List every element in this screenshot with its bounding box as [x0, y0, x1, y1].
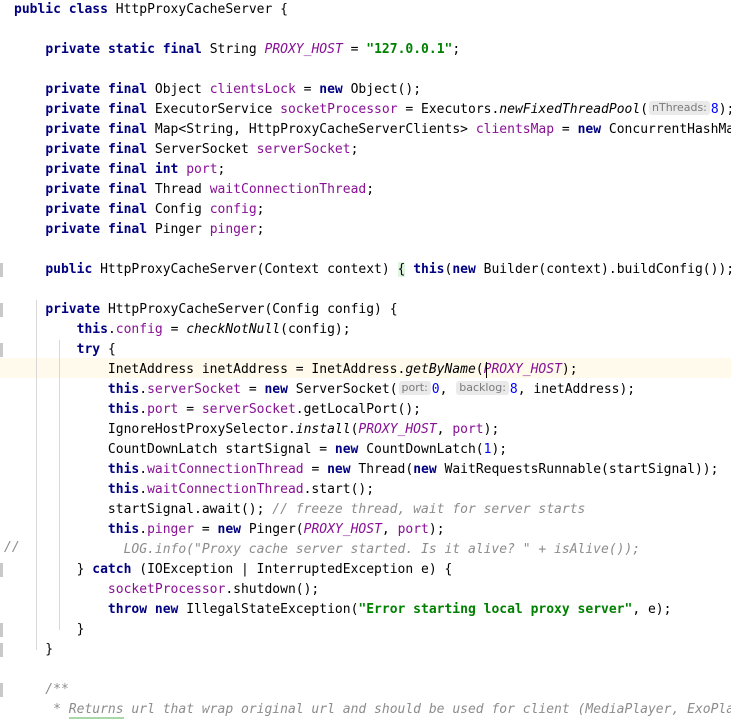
code-line[interactable]: } — [14, 640, 53, 660]
code-line[interactable]: socketProcessor.shutdown(); — [14, 580, 319, 600]
code-line[interactable]: this.waitConnectionThread.start(); — [14, 480, 374, 500]
code-line[interactable]: private final ServerSocket serverSocket; — [14, 140, 358, 160]
code-line[interactable]: private static final String PROXY_HOST =… — [14, 40, 460, 60]
code-line[interactable]: } catch (IOException | InterruptedExcept… — [14, 560, 453, 580]
code-line[interactable]: private HttpProxyCacheServer(Config conf… — [14, 300, 397, 320]
code-line[interactable]: startSignal.await(); // freeze thread, w… — [14, 500, 585, 520]
fold-marker[interactable] — [0, 643, 3, 657]
code-line-commented-out[interactable]: LOG.info("Proxy cache server started. Is… — [14, 540, 641, 560]
code-line[interactable]: try { — [14, 340, 116, 360]
fold-marker[interactable] — [0, 263, 3, 277]
fold-marker[interactable] — [0, 683, 3, 697]
code-line[interactable]: throw new IllegalStateException("Error s… — [14, 600, 672, 620]
code-line[interactable]: this.serverSocket = new ServerSocket(por… — [14, 380, 635, 400]
parameter-hint: nThreads: — [649, 101, 710, 115]
code-line[interactable]: private final Object clientsLock = new O… — [14, 80, 421, 100]
fold-marker[interactable] — [0, 343, 3, 357]
fold-marker[interactable] — [0, 563, 3, 577]
code-line[interactable]: private final Map<String, HttpProxyCache… — [14, 120, 731, 140]
fold-marker[interactable] — [0, 623, 3, 637]
fold-marker[interactable] — [0, 303, 3, 317]
code-line[interactable]: private final Pinger pinger; — [14, 220, 264, 240]
code-editor[interactable]: // public class HttpProxyCacheServer { p… — [0, 0, 731, 722]
code-line[interactable]: private final Config config; — [14, 200, 264, 220]
code-line[interactable]: CountDownLatch startSignal = new CountDo… — [14, 440, 507, 460]
code-line[interactable]: this.port = serverSocket.getLocalPort(); — [14, 400, 421, 420]
code-line[interactable]: public class HttpProxyCacheServer { — [14, 0, 288, 20]
code-line[interactable]: this.pinger = new Pinger(PROXY_HOST, por… — [14, 520, 445, 540]
text-caret — [486, 362, 487, 378]
parameter-hint: backlog: — [456, 381, 509, 395]
code-line-javadoc[interactable]: /** — [14, 680, 69, 700]
code-line[interactable]: InetAddress inetAddress = InetAddress.ge… — [14, 360, 578, 380]
code-line[interactable]: } — [14, 620, 85, 640]
code-line[interactable]: this.config = checkNotNull(config); — [14, 320, 351, 340]
parameter-hint: port: — [398, 381, 431, 395]
code-line[interactable]: private final Thread waitConnectionThrea… — [14, 180, 374, 200]
code-line[interactable]: private final ExecutorService socketProc… — [14, 100, 731, 120]
code-line[interactable]: IgnoreHostProxySelector.install(PROXY_HO… — [14, 420, 499, 440]
code-line[interactable]: private final int port; — [14, 160, 225, 180]
code-line[interactable]: public HttpProxyCacheServer(Context cont… — [14, 260, 731, 280]
code-line[interactable]: this.waitConnectionThread = new Thread(n… — [14, 460, 719, 480]
code-line-javadoc[interactable]: * Returns url that wrap original url and… — [14, 700, 731, 720]
